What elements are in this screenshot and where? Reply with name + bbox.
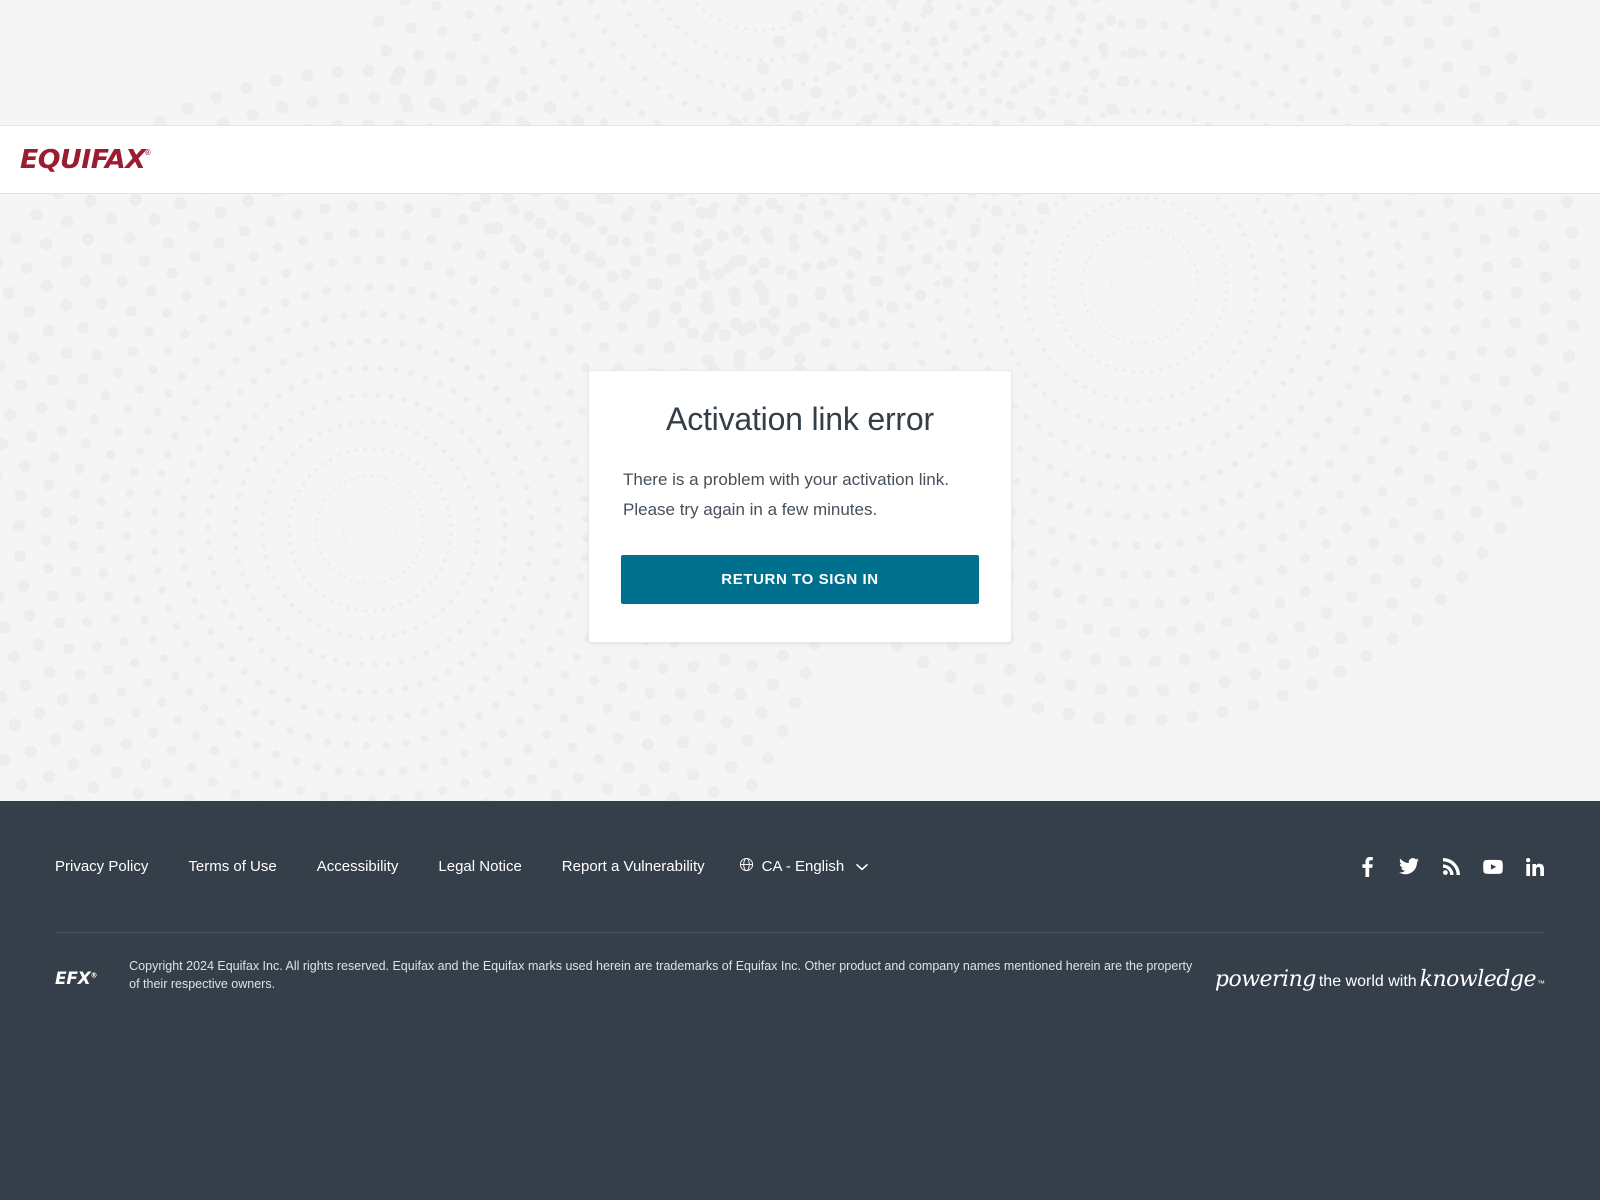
copyright-text: Copyright 2024 Equifax Inc. All rights r… — [129, 959, 1193, 991]
error-message-line-2: Please try again in a few minutes. — [623, 500, 878, 519]
chevron-down-icon — [856, 858, 869, 875]
tagline-word-knowledge: knowledge — [1419, 967, 1537, 992]
linkedin-icon[interactable] — [1525, 857, 1545, 877]
return-to-sign-in-button[interactable]: RETURN TO SIGN IN — [621, 555, 979, 604]
footer-bottom-row: EFX® Copyright 2024 Equifax Inc. All rig… — [0, 933, 1600, 993]
efx-logo-trademark: ® — [90, 971, 98, 980]
activation-error-card: Activation link error There is a problem… — [588, 370, 1012, 643]
footer-link-privacy-policy[interactable]: Privacy Policy — [55, 858, 148, 875]
site-footer: Privacy Policy Terms of Use Accessibilit… — [0, 801, 1600, 1200]
footer-link-terms-of-use[interactable]: Terms of Use — [188, 858, 276, 875]
page-root: EQUIFAX ® Activation link error There is… — [0, 0, 1600, 1200]
equifax-logo-text: EQUIFAX — [20, 144, 146, 175]
site-header: EQUIFAX ® — [0, 125, 1600, 194]
equifax-logo[interactable]: EQUIFAX ® — [20, 147, 152, 173]
efx-logo-text: EFX — [55, 969, 91, 989]
facebook-icon[interactable] — [1357, 856, 1377, 877]
footer-link-legal-notice[interactable]: Legal Notice — [438, 858, 521, 875]
efx-logo: EFX® — [55, 969, 97, 989]
footer-link-report-a-vulnerability[interactable]: Report a Vulnerability — [562, 858, 705, 875]
page-title: Activation link error — [666, 401, 934, 437]
youtube-icon[interactable] — [1483, 857, 1503, 877]
main-content: Activation link error There is a problem… — [0, 194, 1600, 801]
twitter-icon[interactable] — [1399, 857, 1419, 877]
language-selector-value: CA - English — [761, 858, 845, 875]
footer-link-accessibility[interactable]: Accessibility — [317, 858, 399, 875]
language-selector[interactable]: CA - English — [739, 857, 869, 876]
footer-links: Privacy Policy Terms of Use Accessibilit… — [55, 857, 869, 876]
tagline-trademark: ™ — [1537, 979, 1545, 988]
error-message-line-1: There is a problem with your activation … — [623, 470, 949, 489]
tagline-word-powering: powering — [1214, 967, 1316, 992]
error-message: There is a problem with your activation … — [621, 465, 979, 525]
rss-icon[interactable] — [1441, 857, 1461, 877]
footer-top-row: Privacy Policy Terms of Use Accessibilit… — [0, 801, 1600, 932]
tagline: powering the world with knowledge ™ — [1215, 967, 1545, 992]
globe-icon — [739, 857, 754, 876]
tagline-word-the-world-with: the world with — [1318, 973, 1417, 990]
social-links — [1357, 856, 1545, 877]
